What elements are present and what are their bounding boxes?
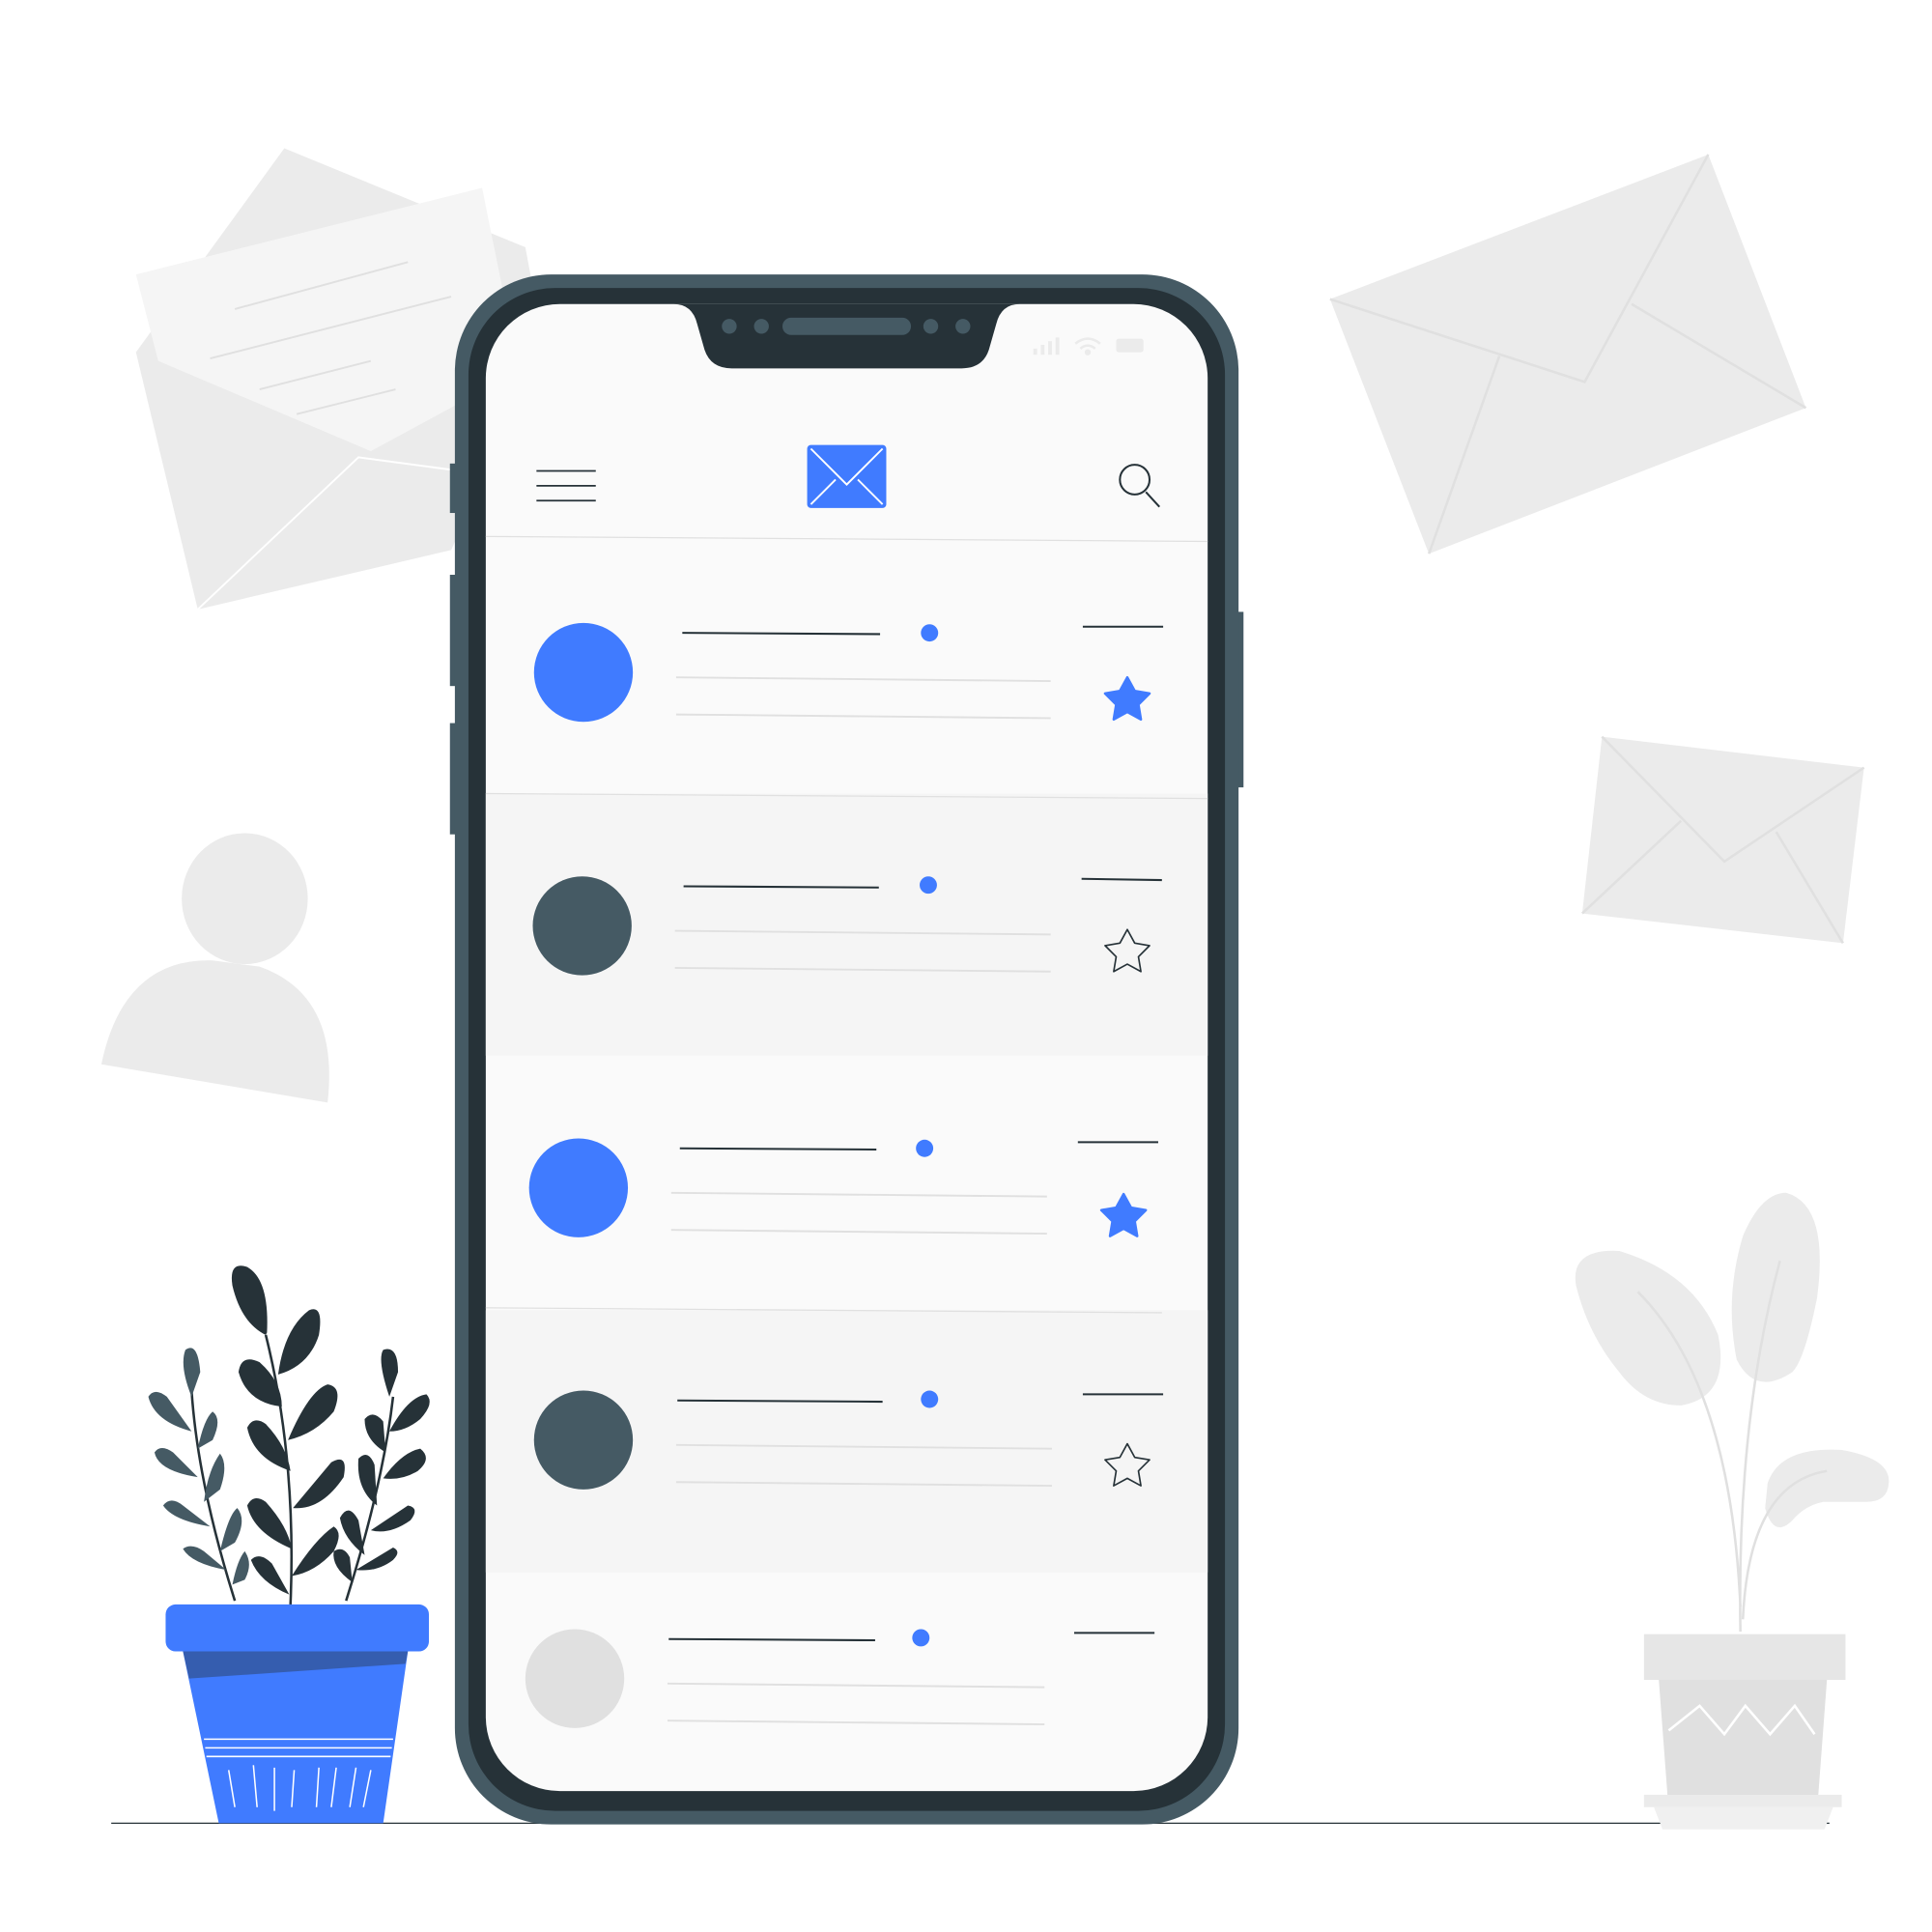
unread-dot bbox=[921, 1390, 939, 1408]
avatar bbox=[528, 1138, 629, 1237]
avatar bbox=[532, 876, 632, 976]
speaker-grille bbox=[781, 317, 912, 335]
avatar bbox=[533, 1390, 634, 1490]
potted-plant-grey bbox=[1575, 1192, 1889, 1830]
avatar bbox=[533, 622, 634, 723]
unread-dot bbox=[920, 876, 937, 895]
unread-dot bbox=[912, 1629, 930, 1647]
envelope-small-decoration bbox=[1581, 735, 1865, 944]
email-app-illustration bbox=[100, 148, 1889, 1830]
envelope-icon bbox=[807, 444, 887, 508]
unread-dot bbox=[921, 624, 939, 642]
smartphone bbox=[449, 274, 1244, 1825]
phone-notch bbox=[673, 303, 1020, 369]
unread-dot bbox=[916, 1139, 934, 1157]
potted-plant-blue bbox=[148, 1265, 430, 1824]
avatar bbox=[525, 1629, 625, 1728]
battery-icon bbox=[1116, 338, 1144, 353]
envelope-large-decoration bbox=[1329, 154, 1807, 554]
user-silhouette-decoration bbox=[100, 833, 329, 1103]
